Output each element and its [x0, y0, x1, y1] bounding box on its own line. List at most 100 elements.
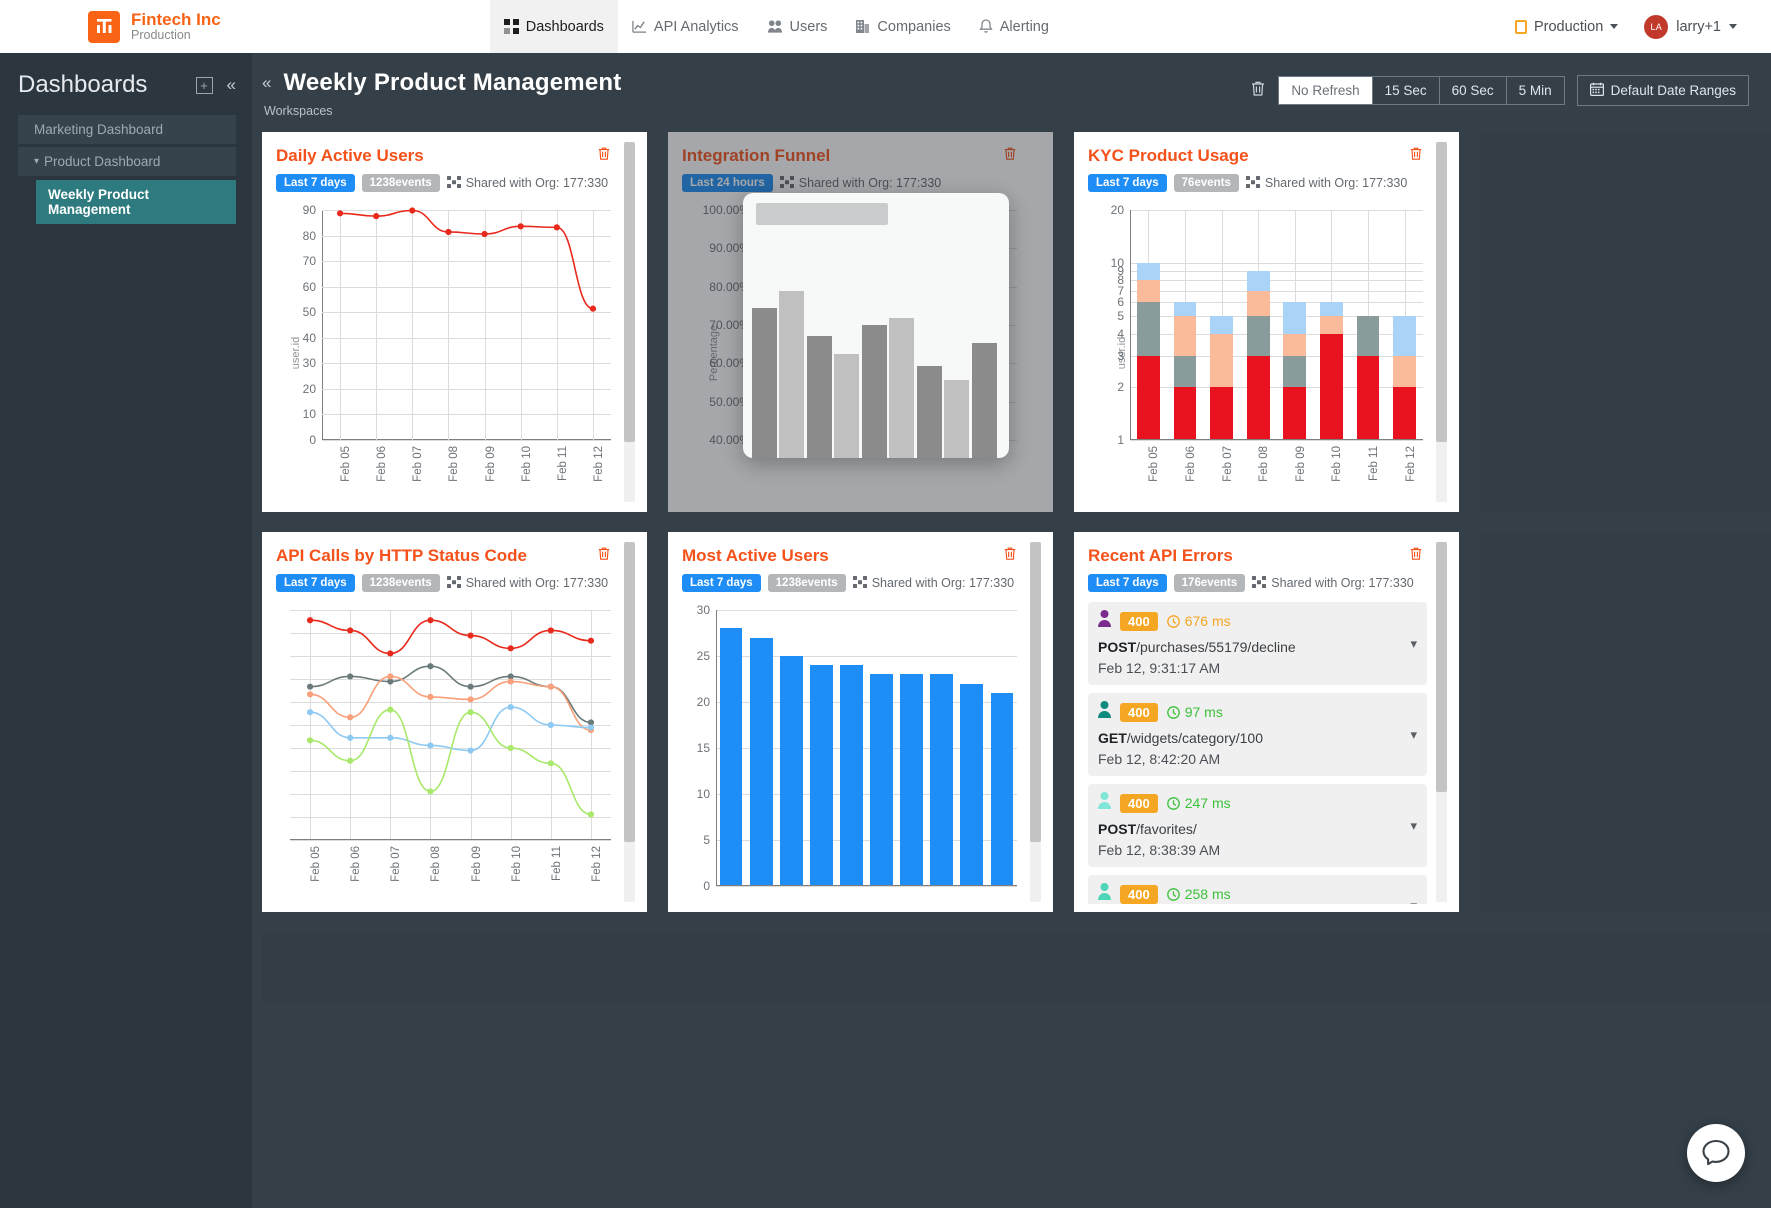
chevron-down-icon[interactable]: ▾ — [1410, 818, 1417, 834]
data-point[interactable] — [306, 691, 314, 698]
data-point[interactable] — [587, 637, 595, 644]
data-point[interactable] — [547, 683, 554, 690]
nav-item-users[interactable]: Users — [753, 0, 842, 53]
bar-segment[interactable] — [1136, 263, 1160, 281]
bar-segment[interactable] — [1283, 333, 1307, 356]
bar-segment[interactable] — [1356, 316, 1380, 356]
nav-item-companies[interactable]: Companies — [841, 0, 964, 53]
bar-segment[interactable] — [1173, 355, 1197, 387]
bar[interactable] — [809, 665, 833, 886]
range-tag[interactable]: Last 7 days — [1088, 174, 1167, 192]
chevron-down-icon[interactable]: ▾ — [1410, 636, 1417, 652]
data-point[interactable] — [587, 724, 595, 731]
trash-icon[interactable] — [1003, 146, 1017, 166]
bar-segment[interactable] — [1210, 316, 1233, 334]
bar-segment[interactable] — [1356, 355, 1380, 440]
bar-segment[interactable] — [1320, 333, 1343, 440]
nav-item-api-analytics[interactable]: API Analytics — [618, 0, 753, 53]
bar-segment[interactable] — [1246, 271, 1270, 291]
data-point[interactable] — [347, 627, 354, 634]
bar[interactable] — [719, 628, 743, 886]
range-tag[interactable]: Last 24 hours — [682, 174, 773, 192]
bar-segment[interactable] — [1210, 386, 1233, 440]
bar-segment[interactable] — [1136, 280, 1160, 303]
bar[interactable] — [960, 683, 984, 886]
trash-icon[interactable] — [1003, 546, 1017, 566]
range-tag[interactable]: Last 7 days — [276, 174, 355, 192]
trash-icon[interactable] — [1409, 146, 1423, 166]
bar-segment[interactable] — [1173, 316, 1197, 356]
data-point[interactable] — [347, 757, 354, 764]
bar-segment[interactable] — [1393, 355, 1417, 387]
card-scrollbar[interactable] — [1030, 542, 1041, 902]
card-scrollbar[interactable] — [624, 542, 635, 902]
range-tag[interactable]: Last 7 days — [682, 574, 761, 592]
data-point[interactable] — [467, 632, 474, 639]
bar-segment[interactable] — [1173, 386, 1197, 440]
data-point[interactable] — [427, 663, 434, 670]
data-point[interactable] — [507, 645, 514, 652]
chevron-down-icon[interactable]: ▾ — [1410, 727, 1417, 743]
data-point[interactable] — [587, 811, 595, 818]
data-point[interactable] — [347, 734, 354, 741]
data-point[interactable] — [467, 683, 474, 690]
refresh-option-no-refresh[interactable]: No Refresh — [1278, 76, 1373, 105]
refresh-option-15-sec[interactable]: 15 Sec — [1372, 76, 1440, 105]
error-list-item[interactable]: 400 247 ms POST/favorites/Feb 12, 8:38:39 … — [1088, 784, 1427, 867]
bar-segment[interactable] — [1320, 302, 1343, 317]
data-point[interactable] — [427, 617, 434, 624]
data-point[interactable] — [409, 207, 416, 214]
environment-selector[interactable]: Production — [1514, 19, 1619, 35]
range-tag[interactable]: Last 7 days — [276, 574, 355, 592]
sidebar-collapse-toggle[interactable]: « — [262, 73, 271, 93]
data-point[interactable] — [547, 760, 554, 767]
data-point[interactable] — [427, 693, 434, 700]
error-list-item[interactable]: 400258 msGET/widgets/selling/status▾ — [1088, 875, 1427, 904]
bar-segment[interactable] — [1393, 386, 1417, 440]
bar[interactable] — [870, 674, 893, 886]
bar-segment[interactable] — [1320, 316, 1343, 334]
data-point[interactable] — [373, 213, 380, 220]
nav-item-alerting[interactable]: Alerting — [965, 0, 1063, 53]
data-point[interactable] — [553, 224, 560, 231]
data-point[interactable] — [507, 704, 514, 711]
data-point[interactable] — [347, 673, 354, 680]
trash-icon[interactable] — [597, 146, 611, 166]
data-point[interactable] — [306, 737, 314, 744]
bar[interactable] — [779, 656, 803, 886]
trash-icon[interactable] — [1250, 80, 1266, 102]
data-point[interactable] — [547, 721, 554, 729]
bar-segment[interactable] — [1393, 316, 1417, 356]
data-point[interactable] — [467, 709, 474, 716]
data-point[interactable] — [467, 747, 474, 754]
brand-logo-block[interactable]: Fintech Inc Production — [0, 0, 221, 53]
bar[interactable] — [930, 674, 954, 886]
data-point[interactable] — [427, 788, 434, 795]
data-point[interactable] — [517, 223, 524, 230]
data-point[interactable] — [467, 696, 474, 703]
nav-item-dashboards[interactable]: Dashboards — [489, 0, 618, 53]
bar-segment[interactable] — [1283, 386, 1307, 440]
sidebar-item-weekly-product-management[interactable]: Weekly Product Management — [36, 180, 236, 224]
data-point[interactable] — [306, 709, 314, 716]
bar-segment[interactable] — [1210, 333, 1233, 387]
bar[interactable] — [990, 692, 1014, 886]
chat-bubble-icon[interactable] — [1687, 1124, 1745, 1182]
card-empty-slot-2[interactable] — [1480, 532, 1771, 912]
card-empty-slot-1[interactable] — [1480, 132, 1771, 512]
data-point[interactable] — [589, 305, 597, 312]
error-list-item[interactable]: 400 676 ms POST/purchases/55179/decline Feb… — [1088, 602, 1427, 685]
default-date-ranges-button[interactable]: Default Date Ranges — [1576, 75, 1749, 106]
data-point[interactable] — [507, 744, 514, 752]
card-scrollbar[interactable] — [624, 142, 635, 502]
bar-segment[interactable] — [1173, 302, 1197, 317]
card-scrollbar[interactable] — [1436, 142, 1447, 502]
range-tag[interactable]: Last 7 days — [1088, 574, 1167, 592]
bar-segment[interactable] — [1283, 302, 1307, 334]
bar-segment[interactable] — [1136, 355, 1160, 440]
data-point[interactable] — [427, 742, 434, 749]
bar-segment[interactable] — [1136, 302, 1160, 356]
data-point[interactable] — [387, 706, 394, 713]
bar-segment[interactable] — [1246, 290, 1270, 317]
refresh-option-60-sec[interactable]: 60 Sec — [1439, 76, 1507, 105]
